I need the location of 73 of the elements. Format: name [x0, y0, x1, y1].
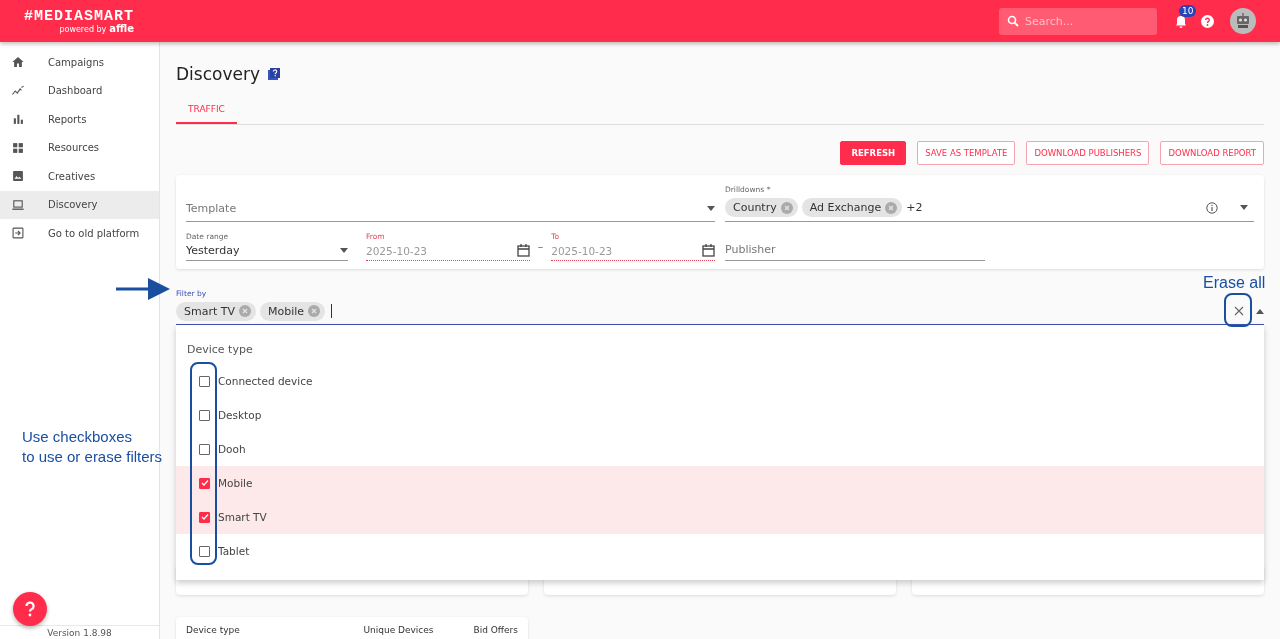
sidebar-item[interactable]: Dashboard — [0, 76, 159, 105]
notification-badge: 10 — [1179, 4, 1197, 17]
annotation-text: Erase all — [1203, 274, 1266, 292]
highlight-ring — [1224, 293, 1252, 327]
clear-icon[interactable] — [1234, 306, 1244, 316]
chip[interactable]: Ad Exchange — [801, 198, 903, 217]
bars-icon — [11, 112, 25, 127]
group-heading: Device type — [186, 342, 254, 358]
column-header: Device type — [186, 625, 241, 637]
help-icon — [1201, 14, 1214, 28]
option-item[interactable]: Smart TV — [176, 500, 1264, 534]
logo-brand: affle — [109, 23, 135, 34]
sidebar-item[interactable]: Discovery — [0, 190, 159, 219]
arrow-annotation — [116, 277, 172, 301]
calendar-icon[interactable] — [702, 244, 715, 257]
annotation-text: to use or erase filters — [22, 447, 163, 467]
checkbox[interactable] — [199, 477, 210, 489]
question-icon — [24, 601, 36, 617]
bell-icon — [1175, 14, 1187, 28]
chip[interactable]: Smart TV — [176, 301, 256, 321]
option-item[interactable]: Connected device — [176, 364, 1264, 398]
caret-icon — [340, 248, 348, 253]
option-item[interactable]: Desktop — [176, 398, 1264, 432]
laptop-icon — [11, 197, 25, 212]
option-item[interactable]: Mobile — [176, 466, 1264, 500]
sidebar-item[interactable]: Campaigns — [0, 48, 159, 77]
sidebar-item[interactable]: Reports — [0, 105, 159, 134]
page-title: Discovery — [176, 64, 260, 84]
column-header: Bid Offers — [473, 625, 518, 637]
caret-icon — [1240, 205, 1248, 210]
checkbox[interactable] — [199, 443, 210, 455]
annotation-text: Use checkboxes — [22, 427, 134, 447]
notifications-button[interactable] — [1175, 14, 1187, 28]
template-select[interactable]: Template — [186, 196, 715, 222]
checkbox[interactable] — [199, 375, 210, 387]
refresh-button[interactable]: REFRESH — [840, 141, 907, 165]
caret-icon — [1256, 308, 1264, 314]
sidebar-item[interactable]: Resources — [0, 133, 159, 162]
action-button[interactable]: DOWNLOAD PUBLISHERS — [1026, 141, 1150, 165]
action-button[interactable]: DOWNLOAD REPORT — [1160, 141, 1264, 165]
trend-icon — [11, 83, 25, 98]
action-button[interactable]: SAVE AS TEMPLATE — [917, 141, 1016, 165]
range-separator: – — [537, 240, 544, 255]
option-item[interactable]: Tablet — [176, 534, 1264, 568]
search-icon — [1007, 15, 1019, 27]
home-icon — [11, 55, 25, 70]
caret-icon — [707, 206, 715, 211]
checkbox[interactable] — [199, 545, 210, 557]
chip[interactable]: Country — [725, 198, 798, 217]
version-label: Version 1.8.98 — [0, 625, 159, 639]
sidebar-item[interactable]: Creatives — [0, 162, 159, 191]
help-button[interactable] — [1201, 14, 1214, 28]
info-icon[interactable] — [1206, 201, 1218, 214]
publisher-field[interactable]: Publisher — [725, 239, 985, 261]
grid-icon — [11, 140, 25, 155]
date-range-select[interactable]: Yesterday — [186, 241, 348, 261]
drilldowns-select[interactable]: Country Ad Exchange +2 — [725, 194, 1254, 222]
logo-title: #MEDIASMART — [24, 8, 135, 24]
image-icon — [11, 169, 25, 184]
more-count: +2 — [906, 201, 924, 214]
option-item[interactable]: Dooh — [176, 432, 1264, 466]
robot-icon — [1234, 12, 1252, 30]
column-header: Unique Devices — [363, 625, 434, 637]
avatar[interactable] — [1230, 8, 1256, 34]
checkbox[interactable] — [199, 409, 210, 421]
help-book-icon[interactable] — [268, 68, 280, 80]
calendar-icon[interactable] — [516, 244, 530, 257]
logo-tagline: powered by — [59, 25, 107, 34]
chip[interactable]: Mobile — [260, 301, 326, 321]
exit-icon — [11, 226, 25, 241]
tab[interactable]: TRAFFIC — [176, 98, 237, 124]
sidebar-item[interactable]: Go to old platform — [0, 219, 159, 248]
checkbox[interactable] — [199, 511, 210, 523]
